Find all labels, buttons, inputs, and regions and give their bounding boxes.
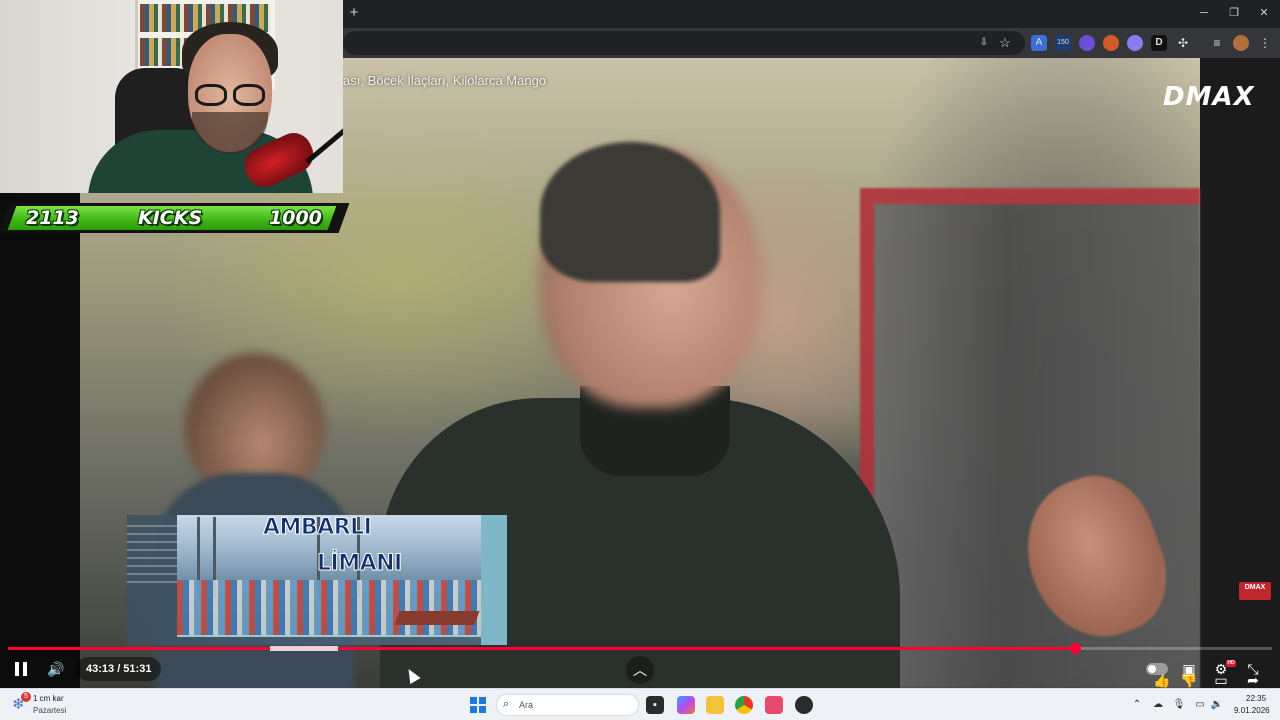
clock-time[interactable]: 22:35: [1246, 694, 1266, 703]
glasses: [195, 84, 267, 108]
file-explorer-icon[interactable]: [706, 696, 724, 714]
time-display: 43:13 / 51:31: [76, 657, 162, 681]
progress-played: [8, 647, 1075, 650]
kicks-label: KICKS: [138, 207, 203, 229]
dmax-channel-logo: DMAX: [1163, 82, 1255, 112]
video-title: ası, Böcek İlaçları, Kilolarca Mango: [343, 73, 547, 88]
speaker-icon[interactable]: 🔉: [1210, 698, 1224, 712]
cloud-extension-icon[interactable]: [1127, 35, 1143, 51]
inset-title-line2: LİMANI: [317, 551, 403, 577]
snipping-tool-icon[interactable]: [765, 696, 783, 714]
obs-icon[interactable]: [795, 696, 813, 714]
clock-date[interactable]: 9.01.2026: [1234, 706, 1270, 715]
extensions-puzzle-icon[interactable]: ✣: [1175, 35, 1191, 51]
cloud-sync-icon[interactable]: ☁: [1151, 698, 1165, 712]
taskbar-search[interactable]: ⌕ Ara: [496, 694, 639, 716]
autoplay-toggle[interactable]: [1146, 663, 1168, 675]
network-icon[interactable]: ▭: [1193, 698, 1207, 712]
new-tab-button[interactable]: +: [346, 5, 362, 21]
microphone-icon[interactable]: 🎙: [1172, 698, 1186, 712]
captions-icon[interactable]: ▣: [1179, 660, 1199, 678]
search-placeholder: Ara: [519, 700, 534, 710]
fox-extension-icon[interactable]: [1103, 35, 1119, 51]
volume-icon[interactable]: 🔊: [46, 660, 66, 678]
tray-chevron-icon[interactable]: ⌃: [1130, 698, 1144, 712]
profile-avatar[interactable]: [1233, 35, 1249, 51]
port-image: AMBARLI LİMANI: [177, 515, 481, 637]
counter-extension-icon[interactable]: 150: [1055, 35, 1071, 51]
taskbar: ❄ 5 1 cm kar Pazartesi ⌕ Ara ▪ ⌃ ☁ 🎙 ▭ 🔉…: [0, 688, 1280, 720]
translate-extension-icon[interactable]: A: [1031, 35, 1047, 51]
minimize-button[interactable]: ─: [1196, 5, 1212, 21]
screen: + ─ ❐ ✕ ⇩ ☆ A 150 D ✣ ≡ ⋮ DMAX ası, Böce…: [0, 0, 1280, 720]
chevron-up-icon[interactable]: ︿: [626, 656, 654, 684]
inset-caption-lines: [127, 525, 177, 585]
media-queue-icon[interactable]: ≡: [1209, 35, 1225, 51]
install-app-icon[interactable]: ⇩: [976, 35, 992, 51]
pause-button[interactable]: [12, 660, 30, 678]
browser-menu-icon[interactable]: ⋮: [1257, 35, 1273, 51]
task-view-icon[interactable]: ▪: [646, 696, 664, 714]
bookmark-star-icon[interactable]: ☆: [997, 35, 1013, 51]
start-button[interactable]: [470, 697, 486, 713]
d-extension-icon[interactable]: D: [1151, 35, 1167, 51]
weather-badge: 5: [21, 692, 31, 702]
search-icon: ⌕: [503, 698, 510, 710]
dmax-corner-logo: DMAX: [1239, 582, 1271, 600]
exit-fullscreen-icon[interactable]: ⤡: [1243, 660, 1263, 678]
weather-day: Pazartesi: [33, 706, 67, 715]
kicks-right-count: 1000: [269, 207, 322, 229]
inset-title-line1: AMBARLI: [262, 515, 372, 541]
progress-bar[interactable]: [8, 643, 1272, 654]
hover-preview-segment: [270, 646, 338, 651]
shield-extension-icon[interactable]: [1079, 35, 1095, 51]
inset-side-bar: [481, 515, 507, 645]
webcam-overlay: [0, 0, 343, 193]
address-bar[interactable]: [343, 31, 1025, 55]
scrubber-handle[interactable]: [1069, 643, 1081, 654]
hd-badge: HD: [1226, 660, 1236, 667]
weather-condition[interactable]: 1 cm kar: [33, 694, 64, 703]
kicks-left-count: 2113: [26, 207, 79, 229]
inset-panel: AMBARLI LİMANI: [127, 515, 507, 645]
copilot-icon[interactable]: [677, 696, 695, 714]
close-window-button[interactable]: ✕: [1256, 5, 1272, 21]
restore-button[interactable]: ❐: [1226, 5, 1242, 21]
chrome-icon[interactable]: [735, 696, 753, 714]
